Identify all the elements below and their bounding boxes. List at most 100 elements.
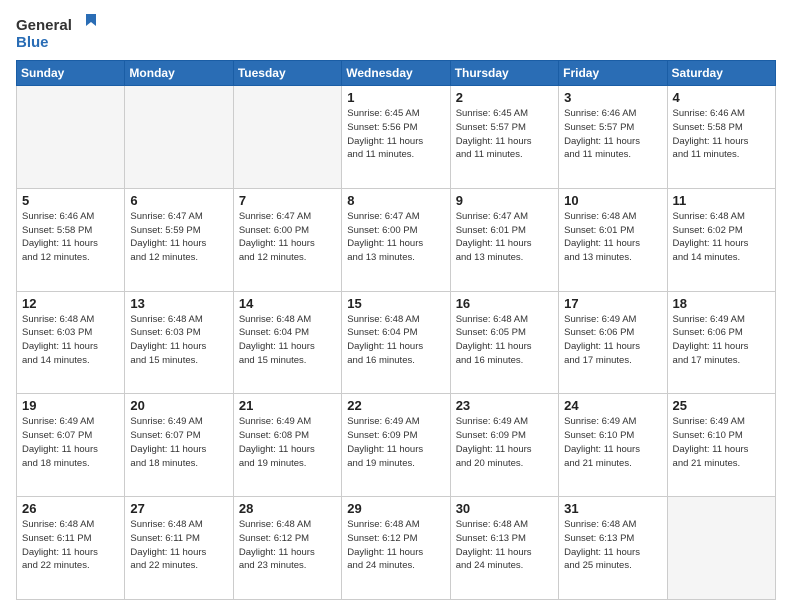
day-info: Sunrise: 6:48 AM Sunset: 6:11 PM Dayligh… — [22, 518, 119, 573]
weekday-header-tuesday: Tuesday — [233, 61, 341, 86]
calendar-cell: 6 Sunrise: 6:47 AM Sunset: 5:59 PM Daylig… — [125, 188, 233, 291]
calendar-cell: 9 Sunrise: 6:47 AM Sunset: 6:01 PM Daylig… — [450, 188, 558, 291]
week-row-4: 19 Sunrise: 6:49 AM Sunset: 6:07 PM Dayli… — [17, 394, 776, 497]
day-info: Sunrise: 6:49 AM Sunset: 6:06 PM Dayligh… — [673, 313, 770, 368]
calendar-cell: 25 Sunrise: 6:49 AM Sunset: 6:10 PM Dayli… — [667, 394, 775, 497]
day-number: 9 — [456, 193, 553, 208]
weekday-header-thursday: Thursday — [450, 61, 558, 86]
day-number: 24 — [564, 398, 661, 413]
day-number: 7 — [239, 193, 336, 208]
calendar-cell: 14Sunrise: 6:48 AM Sunset: 6:04 PM Dayli… — [233, 291, 341, 394]
calendar-cell: 1Sunrise: 6:45 AM Sunset: 5:56 PM Daylig… — [342, 86, 450, 189]
calendar-cell: 24 Sunrise: 6:49 AM Sunset: 6:10 PM Dayli… — [559, 394, 667, 497]
day-number: 13 — [130, 296, 227, 311]
calendar-cell: 23Sunrise: 6:49 AM Sunset: 6:09 PM Dayli… — [450, 394, 558, 497]
calendar-cell: 12 Sunrise: 6:48 AM Sunset: 6:03 PM Dayli… — [17, 291, 125, 394]
day-number: 28 — [239, 501, 336, 516]
day-number: 11 — [673, 193, 770, 208]
calendar-cell: 13 Sunrise: 6:48 AM Sunset: 6:03 PM Dayli… — [125, 291, 233, 394]
calendar-cell: 8 Sunrise: 6:47 AM Sunset: 6:00 PM Daylig… — [342, 188, 450, 291]
svg-text:Blue: Blue — [16, 34, 49, 51]
calendar-cell: 29 Sunrise: 6:48 AM Sunset: 6:12 PM Dayli… — [342, 497, 450, 600]
day-info: Sunrise: 6:48 AM Sunset: 6:12 PM Dayligh… — [239, 518, 336, 573]
day-number: 16 — [456, 296, 553, 311]
day-info: Sunrise: 6:48 AM Sunset: 6:03 PM Dayligh… — [22, 313, 119, 368]
calendar-cell — [125, 86, 233, 189]
day-number: 19 — [22, 398, 119, 413]
day-info: Sunrise: 6:48 AM Sunset: 6:05 PM Dayligh… — [456, 313, 553, 368]
day-number: 15 — [347, 296, 444, 311]
calendar-cell: 5 Sunrise: 6:46 AM Sunset: 5:58 PM Daylig… — [17, 188, 125, 291]
calendar-cell: 3 Sunrise: 6:46 AM Sunset: 5:57 PM Daylig… — [559, 86, 667, 189]
day-info: Sunrise: 6:46 AM Sunset: 5:58 PM Dayligh… — [673, 107, 770, 162]
day-number: 18 — [673, 296, 770, 311]
day-info: Sunrise: 6:49 AM Sunset: 6:06 PM Dayligh… — [564, 313, 661, 368]
weekday-header-sunday: Sunday — [17, 61, 125, 86]
day-number: 12 — [22, 296, 119, 311]
calendar-cell: 2Sunrise: 6:45 AM Sunset: 5:57 PM Daylig… — [450, 86, 558, 189]
calendar-cell: 31 Sunrise: 6:48 AM Sunset: 6:13 PM Dayli… — [559, 497, 667, 600]
logo: General Blue — [16, 12, 106, 52]
day-number: 8 — [347, 193, 444, 208]
calendar-cell: 10 Sunrise: 6:48 AM Sunset: 6:01 PM Dayli… — [559, 188, 667, 291]
day-info: Sunrise: 6:46 AM Sunset: 5:58 PM Dayligh… — [22, 210, 119, 265]
day-number: 4 — [673, 90, 770, 105]
day-info: Sunrise: 6:48 AM Sunset: 6:04 PM Dayligh… — [347, 313, 444, 368]
calendar-cell: 18 Sunrise: 6:49 AM Sunset: 6:06 PM Dayli… — [667, 291, 775, 394]
day-info: Sunrise: 6:47 AM Sunset: 6:00 PM Dayligh… — [347, 210, 444, 265]
day-number: 31 — [564, 501, 661, 516]
weekday-header-wednesday: Wednesday — [342, 61, 450, 86]
calendar-cell: 22Sunrise: 6:49 AM Sunset: 6:09 PM Dayli… — [342, 394, 450, 497]
day-info: Sunrise: 6:49 AM Sunset: 6:10 PM Dayligh… — [564, 415, 661, 470]
calendar-cell: 7 Sunrise: 6:47 AM Sunset: 6:00 PM Daylig… — [233, 188, 341, 291]
day-info: Sunrise: 6:48 AM Sunset: 6:13 PM Dayligh… — [564, 518, 661, 573]
day-number: 3 — [564, 90, 661, 105]
calendar-cell: 27Sunrise: 6:48 AM Sunset: 6:11 PM Dayli… — [125, 497, 233, 600]
week-row-1: 1Sunrise: 6:45 AM Sunset: 5:56 PM Daylig… — [17, 86, 776, 189]
day-number: 6 — [130, 193, 227, 208]
svg-text:General: General — [16, 17, 72, 34]
day-info: Sunrise: 6:49 AM Sunset: 6:10 PM Dayligh… — [673, 415, 770, 470]
week-row-3: 12 Sunrise: 6:48 AM Sunset: 6:03 PM Dayli… — [17, 291, 776, 394]
weekday-header-monday: Monday — [125, 61, 233, 86]
calendar-cell — [233, 86, 341, 189]
day-number: 1 — [347, 90, 444, 105]
calendar-table: SundayMondayTuesdayWednesdayThursdayFrid… — [16, 60, 776, 600]
calendar-cell: 28 Sunrise: 6:48 AM Sunset: 6:12 PM Dayli… — [233, 497, 341, 600]
day-info: Sunrise: 6:48 AM Sunset: 6:01 PM Dayligh… — [564, 210, 661, 265]
day-info: Sunrise: 6:47 AM Sunset: 6:00 PM Dayligh… — [239, 210, 336, 265]
calendar-cell: 21Sunrise: 6:49 AM Sunset: 6:08 PM Dayli… — [233, 394, 341, 497]
day-info: Sunrise: 6:47 AM Sunset: 5:59 PM Dayligh… — [130, 210, 227, 265]
calendar-cell: 19 Sunrise: 6:49 AM Sunset: 6:07 PM Dayli… — [17, 394, 125, 497]
day-info: Sunrise: 6:49 AM Sunset: 6:09 PM Dayligh… — [347, 415, 444, 470]
day-info: Sunrise: 6:48 AM Sunset: 6:03 PM Dayligh… — [130, 313, 227, 368]
day-number: 23 — [456, 398, 553, 413]
day-number: 5 — [22, 193, 119, 208]
weekday-header-friday: Friday — [559, 61, 667, 86]
calendar-cell: 20Sunrise: 6:49 AM Sunset: 6:07 PM Dayli… — [125, 394, 233, 497]
day-info: Sunrise: 6:49 AM Sunset: 6:07 PM Dayligh… — [22, 415, 119, 470]
day-number: 17 — [564, 296, 661, 311]
day-number: 2 — [456, 90, 553, 105]
day-number: 30 — [456, 501, 553, 516]
day-number: 25 — [673, 398, 770, 413]
weekday-header-row: SundayMondayTuesdayWednesdayThursdayFrid… — [17, 61, 776, 86]
calendar-cell: 11 Sunrise: 6:48 AM Sunset: 6:02 PM Dayli… — [667, 188, 775, 291]
day-info: Sunrise: 6:46 AM Sunset: 5:57 PM Dayligh… — [564, 107, 661, 162]
calendar-cell: 4 Sunrise: 6:46 AM Sunset: 5:58 PM Daylig… — [667, 86, 775, 189]
week-row-5: 26Sunrise: 6:48 AM Sunset: 6:11 PM Dayli… — [17, 497, 776, 600]
day-number: 29 — [347, 501, 444, 516]
day-info: Sunrise: 6:49 AM Sunset: 6:08 PM Dayligh… — [239, 415, 336, 470]
day-number: 10 — [564, 193, 661, 208]
day-info: Sunrise: 6:48 AM Sunset: 6:13 PM Dayligh… — [456, 518, 553, 573]
calendar-cell: 16 Sunrise: 6:48 AM Sunset: 6:05 PM Dayli… — [450, 291, 558, 394]
day-number: 14 — [239, 296, 336, 311]
weekday-header-saturday: Saturday — [667, 61, 775, 86]
day-info: Sunrise: 6:48 AM Sunset: 6:12 PM Dayligh… — [347, 518, 444, 573]
page: General Blue SundayMondayTuesdayWednesda… — [0, 0, 792, 612]
day-info: Sunrise: 6:48 AM Sunset: 6:02 PM Dayligh… — [673, 210, 770, 265]
calendar-cell — [667, 497, 775, 600]
header: General Blue — [16, 12, 776, 52]
calendar-cell — [17, 86, 125, 189]
day-info: Sunrise: 6:47 AM Sunset: 6:01 PM Dayligh… — [456, 210, 553, 265]
